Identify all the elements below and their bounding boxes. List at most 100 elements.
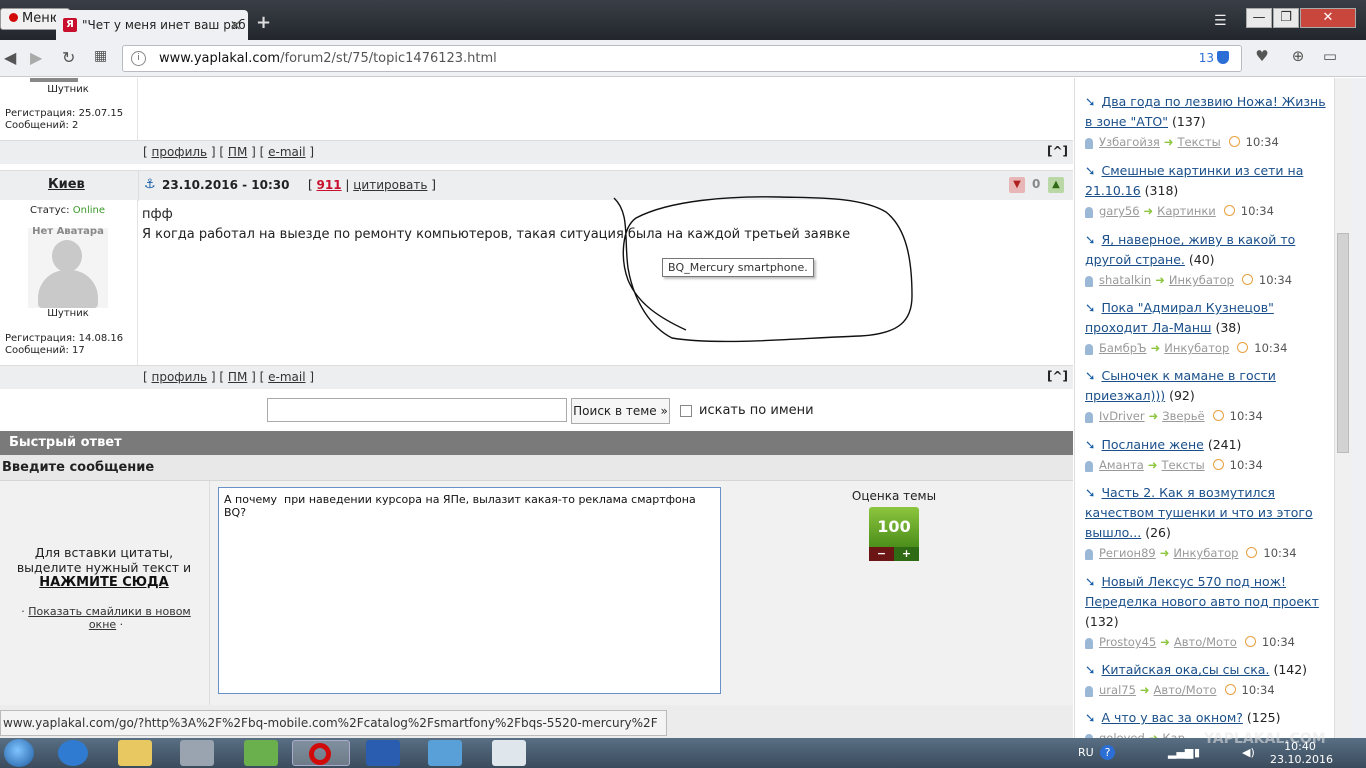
- topic-section-link[interactable]: Тексты: [1178, 135, 1221, 149]
- topic-rating-widget: 100 − +: [869, 507, 919, 563]
- topic-author-link[interactable]: Регион89: [1099, 546, 1156, 560]
- app-icon[interactable]: [180, 740, 214, 766]
- topic-section-link[interactable]: Инкубатор: [1173, 546, 1238, 560]
- sidebar-topic-item[interactable]: ➘ Я, наверное, живу в какой то другой стр…: [1085, 230, 1330, 270]
- rating-minus-button[interactable]: −: [869, 547, 894, 561]
- taskbar-clock[interactable]: 10:40 23.10.2016: [1270, 740, 1333, 766]
- email-link[interactable]: e-mail: [268, 145, 305, 159]
- message-textarea[interactable]: А почему при наведении курсора на ЯПе, в…: [218, 487, 721, 694]
- thumbs-down-icon[interactable]: ▼: [1009, 177, 1025, 193]
- scroll-up-button[interactable]: [^]: [1047, 144, 1068, 158]
- scroll-up-button[interactable]: [^]: [1047, 369, 1068, 383]
- scrollbar-thumb[interactable]: [1337, 233, 1349, 453]
- topic-title-link[interactable]: Новый Лексус 570 под нож! Переделка ново…: [1085, 574, 1319, 609]
- post-number-link[interactable]: 911: [317, 178, 342, 192]
- back-icon[interactable]: ◀: [4, 48, 16, 67]
- downloads-icon[interactable]: ⊕: [1286, 47, 1310, 69]
- topic-title-link[interactable]: Пока "Адмирал Кузнецов" проходит Ла-Манш: [1085, 300, 1274, 335]
- topic-title-link[interactable]: А что у вас за окном?: [1101, 710, 1242, 725]
- rating-plus-button[interactable]: +: [894, 547, 919, 561]
- tab-title: "Чет у меня инет ваш раб: [82, 18, 246, 32]
- thumbs-up-icon[interactable]: ▲: [1048, 177, 1064, 193]
- adblock-badge[interactable]: 13: [1199, 51, 1229, 65]
- bookmark-heart-icon[interactable]: ♥: [1250, 47, 1274, 69]
- help-icon[interactable]: ?: [1100, 745, 1115, 760]
- forward-icon[interactable]: ▶: [30, 48, 42, 67]
- opera-taskbar-button[interactable]: [292, 740, 350, 766]
- sidebar-topic-item[interactable]: ➘ Часть 2. Как я возмутился качеством туш…: [1085, 483, 1330, 543]
- popular-topics-sidebar: ➘ Два года по лезвию Ножа! Жизнь в зоне "…: [1074, 78, 1334, 738]
- start-button[interactable]: [4, 739, 34, 767]
- topic-author-link[interactable]: Prostoy45: [1099, 635, 1156, 649]
- sidebar-topic-item[interactable]: ➘ Смешные картинки из сети на 21.10.16 (3…: [1085, 161, 1330, 201]
- explorer-icon[interactable]: [118, 740, 152, 766]
- link-tooltip: BQ_Mercury smartphone.: [662, 258, 814, 277]
- topic-title-link[interactable]: Смешные картинки из сети на 21.10.16: [1085, 163, 1303, 198]
- topic-section-link[interactable]: Тексты: [1162, 458, 1205, 472]
- topic-section-link[interactable]: Картинки: [1157, 204, 1216, 218]
- topic-title-link[interactable]: Китайская ока,сы сы ска.: [1101, 662, 1269, 677]
- topic-author-link[interactable]: ural75: [1099, 683, 1136, 697]
- show-smilies-link[interactable]: Показать смайлики в новом окне: [28, 605, 190, 631]
- minimize-button[interactable]: —: [1246, 8, 1272, 28]
- topic-title-link[interactable]: Послание жене: [1101, 437, 1203, 452]
- site-info-icon[interactable]: i: [131, 51, 146, 66]
- new-tab-icon[interactable]: +: [256, 12, 271, 33]
- battery-saver-icon[interactable]: ▭: [1318, 47, 1342, 69]
- topic-author-link[interactable]: Аманта: [1099, 458, 1144, 472]
- topic-author-link[interactable]: IvDriver: [1099, 409, 1145, 423]
- speed-dial-icon[interactable]: ▦: [94, 48, 107, 64]
- reload-icon[interactable]: ↻: [62, 48, 75, 67]
- notepad-icon[interactable]: [492, 740, 526, 766]
- active-tab[interactable]: Я "Чет у меня инет ваш раб ×: [56, 10, 248, 40]
- network-icon[interactable]: ▂▄▆: [1168, 746, 1193, 759]
- topic-author-link[interactable]: gary56: [1099, 204, 1140, 218]
- profile-link[interactable]: профиль: [152, 145, 208, 159]
- pm-link[interactable]: ПМ: [228, 370, 247, 384]
- sidebar-topic-item[interactable]: ➘ Послание жене (241): [1085, 435, 1330, 455]
- people-icon[interactable]: [244, 740, 278, 766]
- topic-author-link[interactable]: goloved: [1099, 731, 1145, 738]
- topic-section-link[interactable]: Инкубатор: [1164, 341, 1229, 355]
- insert-quote-link[interactable]: НАЖМИТЕ СЮДА: [0, 575, 208, 590]
- topic-author-link[interactable]: shatalkin: [1099, 273, 1151, 287]
- topic-search-button[interactable]: Поиск в теме »: [571, 398, 670, 424]
- email-link[interactable]: e-mail: [268, 370, 305, 384]
- topic-section-link[interactable]: Авто/Мото: [1174, 635, 1237, 649]
- tab-close-icon[interactable]: ×: [229, 10, 242, 40]
- search-by-name-checkbox[interactable]: [680, 405, 692, 417]
- sidebar-topic-item[interactable]: ➘ Два года по лезвию Ножа! Жизнь в зоне "…: [1085, 92, 1330, 132]
- page-scrollbar[interactable]: [1334, 78, 1351, 738]
- tab-list-icon[interactable]: ☰: [1214, 13, 1227, 29]
- quote-link[interactable]: цитировать: [353, 178, 427, 192]
- topic-section-link[interactable]: Зверьё: [1162, 409, 1204, 423]
- sidebar-topic-item[interactable]: ➘ Китайская ока,сы сы ска. (142): [1085, 660, 1330, 680]
- sidebar-topic-item[interactable]: ➘ А что у вас за окном? (125): [1085, 708, 1330, 728]
- battery-icon[interactable]: ▮: [1194, 746, 1200, 759]
- topic-author-link[interactable]: БамбрЪ: [1099, 341, 1147, 355]
- anchor-icon[interactable]: ⚓: [144, 177, 156, 192]
- close-window-button[interactable]: ✕: [1300, 8, 1356, 28]
- topic-section-link[interactable]: Кар: [1162, 731, 1185, 738]
- ie-icon[interactable]: [58, 740, 88, 766]
- topic-title-link[interactable]: Часть 2. Как я возмутился качеством туше…: [1085, 485, 1313, 540]
- clock-icon: [1246, 547, 1258, 558]
- topic-search-input[interactable]: [267, 398, 567, 422]
- sidebar-topic-item[interactable]: ➘ Пока "Адмирал Кузнецов" проходит Ла-Ман…: [1085, 298, 1330, 338]
- topic-section-link[interactable]: Авто/Мото: [1154, 683, 1217, 697]
- sidebar-topic-item[interactable]: ➘ Новый Лексус 570 под нож! Переделка нов…: [1085, 572, 1330, 632]
- maximize-button[interactable]: ❐: [1273, 8, 1299, 28]
- chart-app-icon[interactable]: [366, 740, 400, 766]
- post2-author-link[interactable]: Киев: [48, 177, 85, 192]
- topic-author-link[interactable]: Узбагойзя: [1099, 135, 1160, 149]
- language-indicator[interactable]: RU: [1078, 746, 1094, 759]
- sidebar-topic-item[interactable]: ➘ Сыночек к мамане в гости приезжал))) (9…: [1085, 366, 1330, 406]
- url-field[interactable]: i www.yaplakal.com/forum2/st/75/topic147…: [122, 45, 1242, 72]
- profile-link[interactable]: профиль: [152, 370, 208, 384]
- volume-icon[interactable]: ◀): [1242, 746, 1255, 759]
- media-player-icon[interactable]: [428, 740, 462, 766]
- post1-avatar-remnant: [30, 78, 78, 82]
- topic-section-link[interactable]: Инкубатор: [1169, 273, 1234, 287]
- pm-link[interactable]: ПМ: [228, 145, 247, 159]
- post2-rank: Шутник: [47, 308, 89, 319]
